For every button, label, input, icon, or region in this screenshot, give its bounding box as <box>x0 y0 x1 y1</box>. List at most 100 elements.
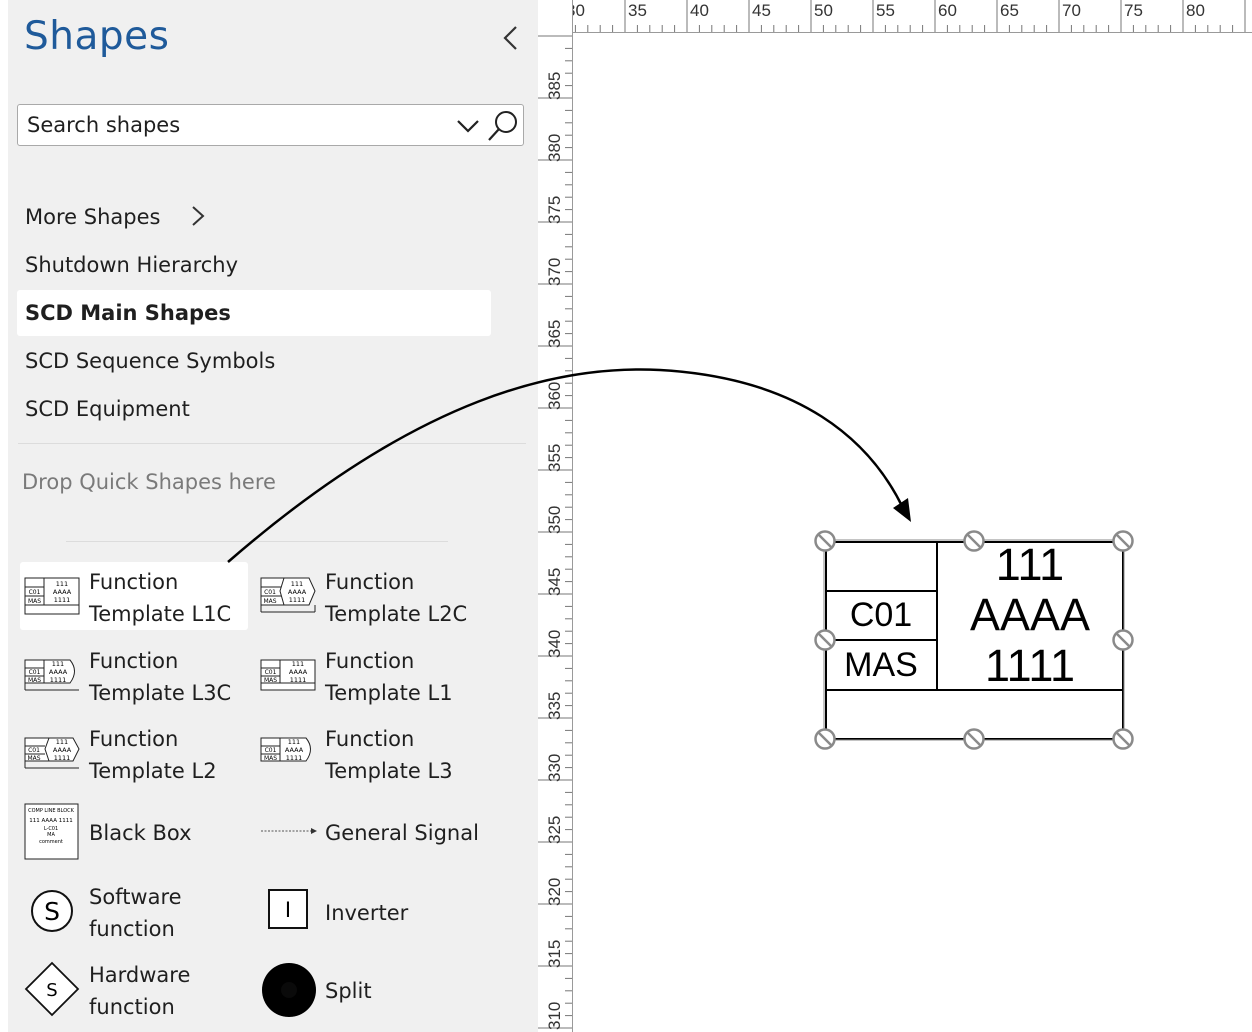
ruler-label: 45 <box>752 1 771 20</box>
shape-function-template-l1c[interactable]: C01 MAS 111 AAAA 1111 Function Template … <box>20 562 248 630</box>
resize-handle-icon <box>963 530 985 552</box>
icon-text: AAAA <box>53 588 72 596</box>
general-signal-icon <box>261 828 317 834</box>
resize-handle-icon <box>1112 530 1134 552</box>
shape-label: General Signal <box>325 821 479 845</box>
shape-hardware-function[interactable]: S Hardware function <box>20 955 248 1023</box>
shape-inverter[interactable]: I Inverter <box>256 877 496 945</box>
function-template-l1c-icon: C01 MAS 111 AAAA 1111 <box>24 577 80 615</box>
icon-text: 111 AAAA 1111 <box>29 818 73 824</box>
resize-handle-icon <box>814 728 836 750</box>
shape-label: Function Template L3C <box>89 649 232 705</box>
horizontal-ruler[interactable]: 30 35 40 45 50 55 60 65 70 75 80 <box>538 0 1252 33</box>
function-template-l1-icon: C01 MAS 111 AAAA 1111 <box>260 659 316 691</box>
ruler-label: 375 <box>545 195 564 224</box>
software-function-icon: S <box>31 890 73 932</box>
drawing-canvas[interactable] <box>573 33 1252 1032</box>
chevron-right-icon <box>192 206 205 226</box>
stencil-label: SCD Main Shapes <box>25 301 231 325</box>
icon-text: AAAA <box>53 746 72 754</box>
resize-handle-icon <box>963 728 985 750</box>
shape-general-signal[interactable]: General Signal <box>256 799 496 865</box>
ruler-label: 35 <box>628 1 647 20</box>
ruler-label: 55 <box>876 1 895 20</box>
icon-text: MAS <box>27 755 40 762</box>
icon-text: COMP LINE BLOCK <box>28 808 75 814</box>
icon-text: AAAA <box>289 668 308 676</box>
shape-cell-bottom: 1111 <box>985 640 1075 691</box>
icon-text: 111 <box>288 738 300 746</box>
ruler-label: 325 <box>545 815 564 844</box>
shape-software-function[interactable]: S Software function <box>20 877 248 945</box>
icon-text: S <box>44 897 60 926</box>
chevron-down-icon[interactable] <box>456 116 480 136</box>
shape-function-template-l2[interactable]: C01 MAS 111 AAAA 1111 Function Template … <box>20 719 248 787</box>
ruler-label: 370 <box>545 257 564 286</box>
icon-text: MAS <box>28 677 41 684</box>
resize-handle-icon <box>1112 629 1134 651</box>
ruler-label: 60 <box>938 1 957 20</box>
ruler-label: 50 <box>814 1 833 20</box>
shape-function-template-l2c[interactable]: C01 MAS 111 AAAA 1111 Function Template … <box>256 562 496 630</box>
icon-text: C01 <box>264 589 276 596</box>
stencil-label: SCD Sequence Symbols <box>25 349 276 373</box>
ruler-label: 365 <box>545 319 564 348</box>
stencil-label: More Shapes <box>25 205 161 229</box>
shape-label: Function Template L2 <box>89 727 217 783</box>
shape-label: Black Box <box>89 821 192 845</box>
search-icon[interactable] <box>486 109 520 143</box>
collapse-panel-chevron-icon[interactable] <box>498 22 526 54</box>
stencil-shutdown-hierarchy[interactable]: Shutdown Hierarchy <box>17 242 491 288</box>
resize-handle-icon <box>814 629 836 651</box>
function-template-l2c-icon: C01 MAS 111 AAAA 1111 <box>260 577 316 613</box>
shape-black-box[interactable]: COMP LINE BLOCK 111 AAAA 1111 L-C01 MA c… <box>20 799 248 865</box>
ruler-label: 65 <box>1000 1 1019 20</box>
ruler-label: 40 <box>690 1 709 20</box>
icon-text: C01 <box>29 669 41 676</box>
placed-shape-function-template-l1c[interactable]: C01 MAS 111 AAAA 1111 <box>825 539 1124 740</box>
ruler-label: 330 <box>545 753 564 782</box>
stencil-scd-equipment[interactable]: SCD Equipment <box>17 386 491 432</box>
ruler-label: 360 <box>545 381 564 410</box>
stencil-scd-main-shapes[interactable]: SCD Main Shapes <box>17 290 491 336</box>
stencil-label: SCD Equipment <box>25 397 190 421</box>
stencil-scd-sequence-symbols[interactable]: SCD Sequence Symbols <box>17 338 491 384</box>
search-input[interactable] <box>27 111 447 139</box>
ruler-corner <box>538 0 573 33</box>
shape-label: Function Template L3 <box>325 727 453 783</box>
ruler-label: 320 <box>545 877 564 906</box>
shape-function-template-l3[interactable]: C01 MAS 111 AAAA 1111 Function Template … <box>256 719 496 787</box>
icon-text: 111 <box>56 738 68 746</box>
icon-text: C01 <box>265 669 277 676</box>
icon-text: MAS <box>28 598 41 605</box>
shape-split[interactable]: Split <box>256 955 496 1023</box>
ruler-label: 75 <box>1124 1 1143 20</box>
shape-cell-mid: AAAA <box>970 589 1090 640</box>
shape-cell-mas: MAS <box>844 646 918 684</box>
shape-label: Software function <box>89 885 182 941</box>
resize-handle-icon <box>1112 728 1134 750</box>
stencil-label: Shutdown Hierarchy <box>25 253 239 277</box>
icon-text: 111 <box>291 580 303 588</box>
icon-text: MA <box>47 832 55 838</box>
icon-text: C01 <box>29 589 41 596</box>
icon-text: 1111 <box>54 596 71 604</box>
stencil-more-shapes[interactable]: More Shapes <box>17 194 491 240</box>
shape-function-template-l3c[interactable]: C01 MAS 111 AAAA 1111 Function Template … <box>20 641 248 709</box>
icon-text: 111 <box>292 660 304 668</box>
vertical-ruler[interactable]: 385 380 375 370 365 360 355 350 345 340 … <box>538 32 573 1032</box>
shape-label: Hardware function <box>89 963 191 1019</box>
shape-label: Inverter <box>325 901 409 925</box>
ruler-label: 315 <box>545 939 564 968</box>
resize-handle-icon <box>814 530 836 552</box>
function-template-l2-icon: C01 MAS 111 AAAA 1111 <box>24 737 80 769</box>
shape-label: Split <box>325 979 372 1003</box>
icon-text: AAAA <box>49 668 68 676</box>
icon-text: comment <box>39 839 63 845</box>
shape-function-template-l1[interactable]: C01 MAS 111 AAAA 1111 Function Template … <box>256 641 496 709</box>
shape-cell-c01: C01 <box>850 596 912 634</box>
ruler-label: 70 <box>1062 1 1081 20</box>
divider <box>18 443 526 444</box>
icon-text: 111 <box>52 660 64 668</box>
shape-label: Function Template L1C <box>89 570 232 626</box>
